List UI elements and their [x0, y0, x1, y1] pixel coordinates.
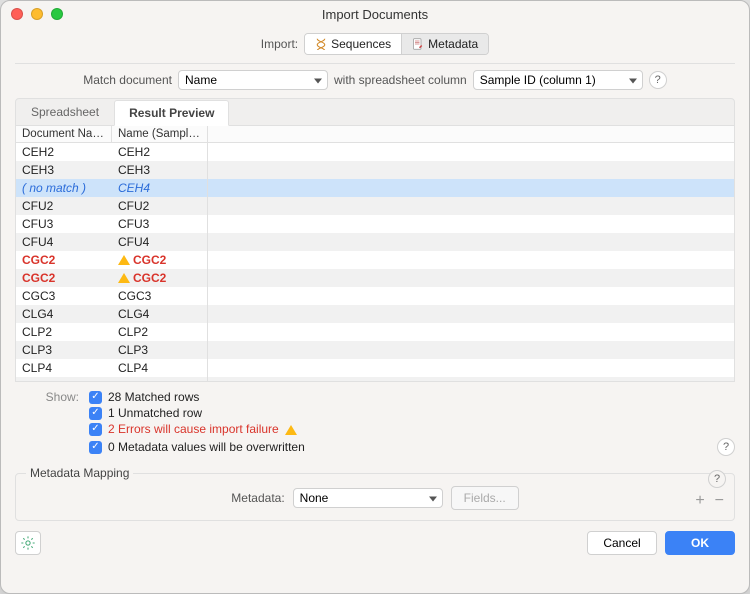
table-row[interactable]: CEH3CEH3	[16, 161, 734, 179]
fields-button[interactable]: Fields...	[451, 486, 519, 510]
metadata-mapping-group: Metadata Mapping ? Metadata: None Fields…	[15, 466, 735, 521]
import-row: Import: Sequences Metadata	[15, 33, 735, 55]
checkbox-unmatched[interactable]: ✓	[89, 407, 102, 420]
cell-document-name: CGC2	[16, 269, 112, 287]
col-spacer	[208, 126, 734, 142]
cell-sample-id: CLP2	[112, 323, 208, 341]
cell-sample-id: CGC2	[112, 269, 208, 287]
cell-sample-id: CEH3	[112, 161, 208, 179]
dna-icon	[315, 38, 327, 50]
cell-document-name: CGC2	[16, 251, 112, 269]
table-row[interactable]: CFU2CFU2	[16, 197, 734, 215]
tab-result-preview[interactable]: Result Preview	[114, 100, 229, 126]
table-row[interactable]: CEH2CEH2	[16, 143, 734, 161]
cell-document-name: CFU4	[16, 233, 112, 251]
table-row[interactable]: CFU4CFU4	[16, 233, 734, 251]
checkbox-matched[interactable]: ✓	[89, 391, 102, 404]
cell-document-name: CGC3	[16, 287, 112, 305]
tab-spreadsheet[interactable]: Spreadsheet	[16, 99, 114, 125]
table-body[interactable]: CEH2CEH2CEH3CEH3( no match )CEH4CFU2CFU2…	[16, 143, 734, 381]
cell-document-name: CTE2	[16, 377, 112, 381]
checkbox-overwrite[interactable]: ✓	[89, 441, 102, 454]
footer: Cancel OK	[15, 531, 735, 555]
cell-sample-id: CLG4	[112, 305, 208, 323]
cell-document-name: CLG4	[16, 305, 112, 323]
match-row: Match document Name with spreadsheet col…	[15, 70, 735, 90]
window-title: Import Documents	[1, 7, 749, 22]
gear-icon	[20, 535, 36, 551]
table-row[interactable]: CLP4CLP4	[16, 359, 734, 377]
cancel-button[interactable]: Cancel	[587, 531, 657, 555]
result-preview-table: Document Name Name (Sample ID) CEH2CEH2C…	[15, 126, 735, 382]
match-document-select[interactable]: Name	[178, 70, 328, 90]
import-metadata-toggle[interactable]: Metadata	[402, 34, 488, 54]
col-sample-id[interactable]: Name (Sample ID)	[112, 126, 208, 142]
cell-document-name: CEH2	[16, 143, 112, 161]
show-label: Show:	[33, 390, 79, 404]
ok-button[interactable]: OK	[665, 531, 735, 555]
show-block: Show: ✓ 28 Matched rows ✓ 1 Unmatched ro…	[33, 388, 735, 458]
import-sequences-label: Sequences	[331, 37, 391, 51]
help-button-match[interactable]: ?	[649, 71, 667, 89]
show-errors-text: 2 Errors will cause import failure	[108, 422, 279, 436]
settings-button[interactable]	[15, 531, 41, 555]
table-row[interactable]: CGC2CGC2	[16, 269, 734, 287]
cell-document-name: CLP2	[16, 323, 112, 341]
show-unmatched-text: 1 Unmatched row	[108, 406, 202, 420]
warning-icon	[285, 425, 297, 435]
table-row[interactable]: CLG4CLG4	[16, 305, 734, 323]
cell-sample-id: CFU4	[112, 233, 208, 251]
tabstrip: Spreadsheet Result Preview	[15, 98, 735, 126]
checkbox-errors[interactable]: ✓	[89, 423, 102, 436]
remove-mapping-button[interactable]: −	[715, 492, 724, 510]
cell-document-name: ( no match )	[16, 179, 112, 197]
cell-sample-id: CGC3	[112, 287, 208, 305]
table-row[interactable]: CFU3CFU3	[16, 215, 734, 233]
table-row[interactable]: CGC3CGC3	[16, 287, 734, 305]
separator	[15, 63, 735, 64]
cell-sample-id: CFU3	[112, 215, 208, 233]
cell-sample-id: CTE2	[112, 377, 208, 381]
match-label-mid: with spreadsheet column	[334, 73, 467, 87]
table-row[interactable]: CGC2CGC2	[16, 251, 734, 269]
table-row[interactable]: CLP3CLP3	[16, 341, 734, 359]
import-toggle-group: Sequences Metadata	[304, 33, 489, 55]
show-matched-text: 28 Matched rows	[108, 390, 199, 404]
show-overwrite-text: 0 Metadata values will be overwritten	[108, 440, 305, 454]
cell-sample-id: CLP3	[112, 341, 208, 359]
import-label: Import:	[261, 37, 298, 51]
match-label-left: Match document	[83, 73, 172, 87]
warning-icon	[118, 255, 130, 265]
add-mapping-button[interactable]: +	[695, 492, 704, 510]
cell-document-name: CLP4	[16, 359, 112, 377]
cell-document-name: CFU3	[16, 215, 112, 233]
table-row[interactable]: CTE2CTE2	[16, 377, 734, 381]
mapping-legend: Metadata Mapping	[26, 466, 133, 480]
metadata-select[interactable]: None	[293, 488, 443, 508]
import-metadata-label: Metadata	[428, 37, 478, 51]
col-document-name[interactable]: Document Name	[16, 126, 112, 142]
cell-document-name: CLP3	[16, 341, 112, 359]
cell-document-name: CEH3	[16, 161, 112, 179]
doc-icon	[412, 38, 424, 50]
dialog-window: Import Documents Import: Sequences Metad…	[0, 0, 750, 594]
table-row[interactable]: CLP2CLP2	[16, 323, 734, 341]
spreadsheet-column-select[interactable]: Sample ID (column 1)	[473, 70, 643, 90]
table-row[interactable]: ( no match )CEH4	[16, 179, 734, 197]
cell-sample-id: CLP4	[112, 359, 208, 377]
table-header-row: Document Name Name (Sample ID)	[16, 126, 734, 143]
cell-document-name: CFU2	[16, 197, 112, 215]
help-button-show[interactable]: ?	[717, 438, 735, 456]
import-sequences-toggle[interactable]: Sequences	[305, 34, 402, 54]
cell-sample-id: CGC2	[112, 251, 208, 269]
mapping-label: Metadata:	[231, 491, 284, 505]
cell-sample-id: CFU2	[112, 197, 208, 215]
cell-sample-id: CEH2	[112, 143, 208, 161]
cell-sample-id: CEH4	[112, 179, 208, 197]
warning-icon	[118, 273, 130, 283]
titlebar: Import Documents	[1, 1, 749, 27]
help-button-mapping[interactable]: ?	[708, 470, 726, 488]
